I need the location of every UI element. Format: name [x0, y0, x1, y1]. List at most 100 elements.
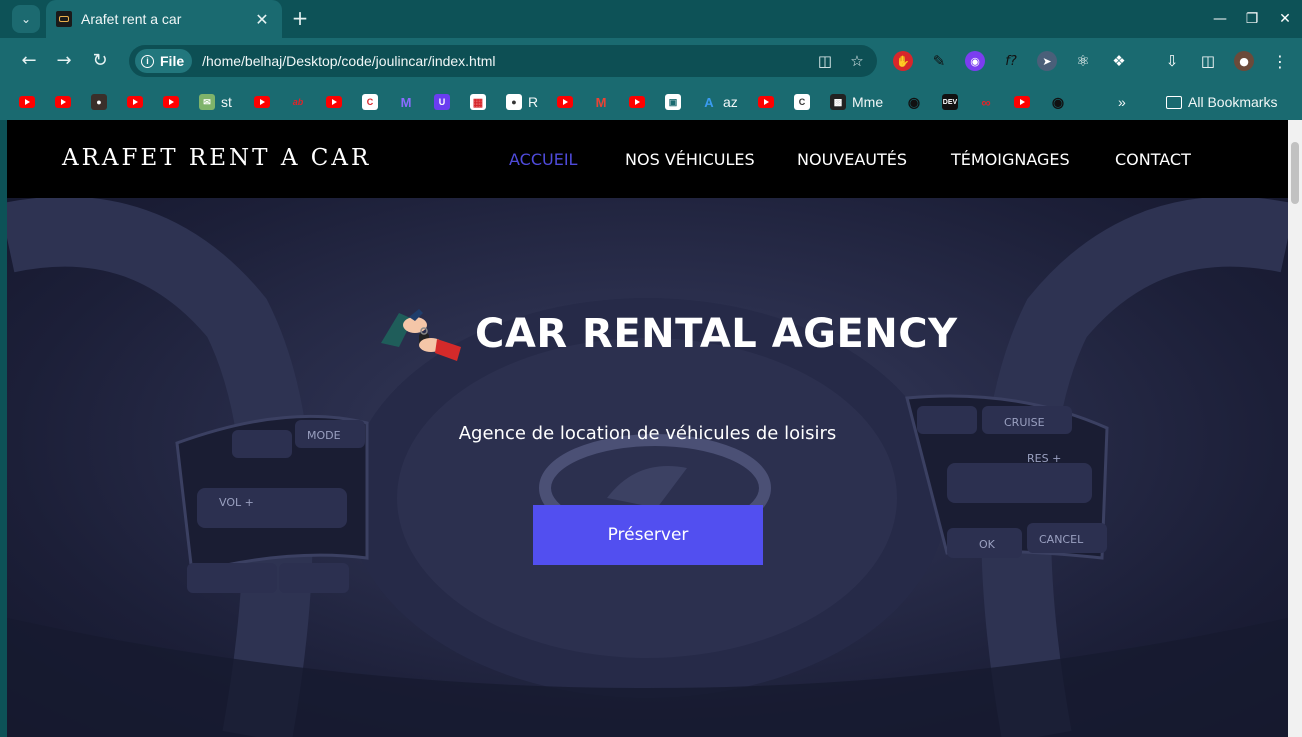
bookmark-item[interactable] [557, 92, 573, 112]
site-info-chip[interactable]: i File [135, 49, 193, 73]
youtube-icon [254, 96, 270, 108]
close-window-icon[interactable]: ✕ [1273, 8, 1297, 30]
frame-icon: ▣ [665, 94, 681, 110]
bookmark-item[interactable]: ● R [506, 92, 538, 112]
bookmark-item[interactable] [55, 92, 71, 112]
back-arrow-icon[interactable]: ← [17, 49, 41, 73]
youtube-icon [629, 96, 645, 108]
tab-close-icon[interactable]: ✕ [252, 10, 272, 29]
bookmark-item[interactable]: ▦ [470, 92, 486, 112]
youtube-icon [55, 96, 71, 108]
minimize-icon[interactable]: — [1208, 8, 1232, 30]
browser-tab[interactable]: Arafet rent a car ✕ [46, 0, 282, 38]
youtube-icon [758, 96, 774, 108]
more-menu-icon[interactable]: ⋮ [1270, 51, 1290, 71]
bookmark-label: az [723, 94, 738, 110]
bookmark-item[interactable]: U [434, 92, 450, 112]
purple-extension-icon[interactable]: ◉ [965, 51, 985, 71]
side-panel-icon[interactable]: ◫ [1198, 51, 1218, 71]
react-devtools-icon[interactable]: ⚛ [1073, 51, 1093, 71]
bookmark-item[interactable] [1014, 92, 1030, 112]
adblock-hand-icon[interactable]: ✋ [893, 51, 913, 71]
nav-link-accueil[interactable]: ACCUEIL [509, 150, 577, 169]
bookmark-item[interactable]: M [593, 92, 609, 112]
tab-strip: ⌄ Arafet rent a car ✕ + — ❐ ✕ [0, 0, 1302, 38]
bookmark-item[interactable] [326, 92, 342, 112]
nav-link-vehicules[interactable]: NOS VÉHICULES [625, 150, 755, 169]
scrollbar-thumb[interactable] [1291, 142, 1299, 204]
folder-icon [1166, 95, 1182, 109]
red-logo-icon: ab [292, 97, 304, 107]
car-key-handover-icon [381, 309, 461, 361]
translate-icon[interactable]: ◫ [813, 49, 837, 73]
bookmark-item[interactable] [254, 92, 270, 112]
bookmarks-overflow-icon[interactable]: » [1118, 92, 1126, 112]
youtube-icon [19, 96, 35, 108]
bookmark-item[interactable]: ▩ Mme [830, 92, 883, 112]
info-icon: i [141, 54, 154, 68]
eyedropper-icon[interactable]: ✎ [929, 51, 949, 71]
download-icon[interactable]: ⇩ [1162, 51, 1182, 71]
youtube-icon [557, 96, 573, 108]
nav-link-contact[interactable]: CONTACT [1115, 150, 1191, 169]
restore-icon[interactable]: ❐ [1240, 8, 1264, 30]
reload-icon[interactable]: ↻ [88, 49, 112, 73]
bookmark-star-icon[interactable]: ☆ [845, 49, 869, 73]
purple-m-icon: M [400, 94, 412, 110]
cursor-extension-icon[interactable]: ➤ [1037, 51, 1057, 71]
wheel-res-label: RES + [1027, 452, 1061, 465]
grid-icon: ▦ [470, 94, 486, 110]
forward-arrow-icon[interactable]: → [52, 49, 76, 73]
youtube-icon [326, 96, 342, 108]
profile-icon: ● [91, 94, 107, 110]
bookmark-item[interactable]: C [794, 92, 810, 112]
address-bar[interactable]: i File /home/belhaj/Desktop/code/joulinc… [129, 45, 877, 77]
nav-link-nouveautes[interactable]: NOUVEAUTÉS [797, 150, 907, 169]
bookmark-item[interactable] [629, 92, 645, 112]
page-viewport: ARAFET RENT A CAR ACCUEIL NOS VÉHICULES … [7, 120, 1288, 737]
bookmark-item[interactable]: Aaz [701, 92, 738, 112]
youtube-icon [163, 96, 179, 108]
bookmark-item[interactable]: ∞ [978, 92, 994, 112]
bookmark-item[interactable]: ab [290, 92, 306, 112]
bookmark-item[interactable]: DEV [942, 92, 958, 112]
all-bookmarks-button[interactable]: All Bookmarks [1166, 92, 1277, 112]
azure-icon: A [704, 94, 714, 110]
dark-square-icon: ▩ [830, 94, 846, 110]
bookmark-item[interactable] [127, 92, 143, 112]
github-icon: ◉ [907, 93, 921, 110]
site-navbar: ARAFET RENT A CAR ACCUEIL NOS VÉHICULES … [7, 120, 1288, 198]
tab-search-chevron-icon[interactable]: ⌄ [12, 5, 40, 33]
bookmark-item[interactable] [758, 92, 774, 112]
bookmark-item[interactable]: ▣ [665, 92, 681, 112]
page-scrollbar[interactable] [1288, 120, 1302, 737]
tab-title: Arafet rent a car [81, 11, 182, 27]
nav-link-temoignages[interactable]: TÉMOIGNAGES [951, 150, 1070, 169]
r-icon: ● [506, 94, 522, 110]
bookmarks-bar: » All Bookmarks ● ✉ st ab C M U ▦ ● R M ▣ Aaz C ▩ Mme ◉ D… [0, 84, 1302, 120]
github-icon: ◉ [1051, 93, 1065, 110]
hero-subtitle: Agence de location de véhicules de loisi… [458, 423, 837, 444]
extensions-puzzle-icon[interactable]: ❖ [1109, 51, 1129, 71]
bookmark-label: st [221, 94, 232, 110]
url-text[interactable]: /home/belhaj/Desktop/code/joulincar/inde… [202, 53, 813, 69]
bookmark-item[interactable] [163, 92, 179, 112]
site-favicon-icon [56, 11, 72, 27]
c-logo-icon: C [362, 94, 378, 110]
bookmark-item[interactable]: ● [91, 92, 107, 112]
bookmark-item[interactable]: C [362, 92, 378, 112]
bookmark-item[interactable]: ◉ [1050, 92, 1066, 112]
profile-avatar[interactable]: ● [1234, 51, 1254, 71]
bookmark-item[interactable]: ◉ [906, 92, 922, 112]
wheel-vol-label: VOL + [219, 496, 254, 509]
hero-title-row: CAR RENTAL AGENCY [379, 303, 958, 365]
bookmark-item[interactable] [19, 92, 35, 112]
youtube-icon [127, 96, 143, 108]
bookmark-item[interactable]: M [398, 92, 414, 112]
preserver-button[interactable]: Préserver [533, 505, 763, 565]
site-brand[interactable]: ARAFET RENT A CAR [62, 145, 371, 171]
new-tab-plus-icon[interactable]: + [288, 7, 312, 31]
bookmark-item[interactable]: ✉ st [199, 92, 232, 112]
function-extension-icon[interactable]: f? [1001, 51, 1021, 71]
bookmark-label: Mme [852, 94, 884, 110]
